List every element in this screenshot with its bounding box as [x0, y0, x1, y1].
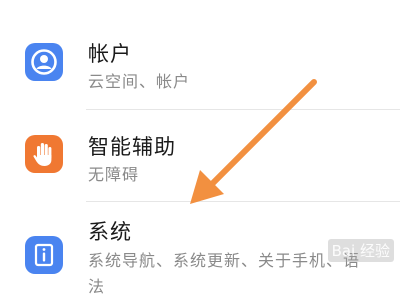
watermark: Bai 经验 — [327, 239, 394, 262]
